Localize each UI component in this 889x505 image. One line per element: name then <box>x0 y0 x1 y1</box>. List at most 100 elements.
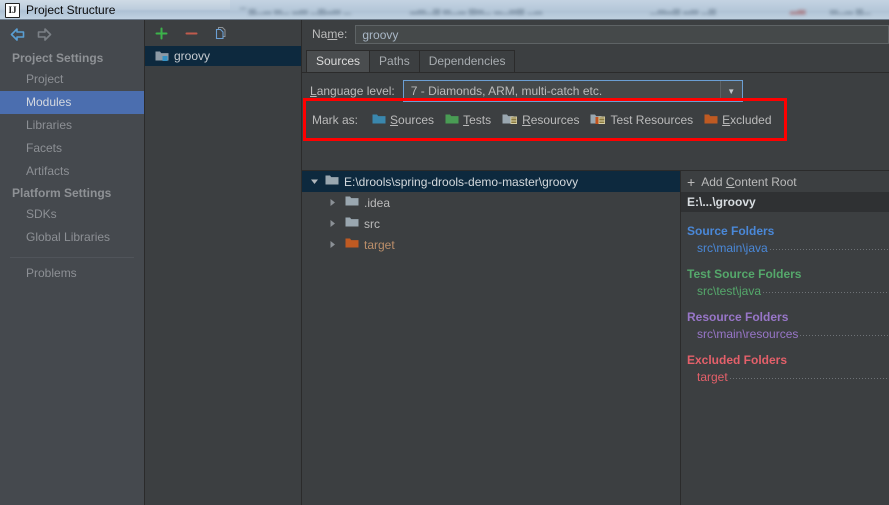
sidebar-item-artifacts[interactable]: Artifacts <box>0 160 144 183</box>
mark-as-excluded-button[interactable]: Excluded <box>704 113 772 128</box>
language-level-value: 7 - Diamonds, ARM, multi-catch etc. <box>410 84 603 98</box>
expanded-triangle-icon[interactable] <box>308 175 321 188</box>
mark-as-label: Mark as: <box>312 113 359 127</box>
source-folders-item[interactable]: src\main\java <box>687 241 889 255</box>
collapsed-triangle-icon[interactable] <box>326 217 339 230</box>
test-source-folders-title: Test Source Folders <box>687 267 802 281</box>
sidebar-item-project[interactable]: Project <box>0 68 144 91</box>
content-root-details: + Add Content Root E:\...\groovy Source … <box>681 170 889 505</box>
tree-row-content-root[interactable]: E:\drools\spring-drools-demo-master\groo… <box>302 171 680 192</box>
resource-folders-item[interactable]: src\main\resources <box>687 327 889 341</box>
excluded-folders-item[interactable]: target <box>687 370 889 384</box>
module-name-input[interactable]: groovy <box>355 24 889 44</box>
sidebar-item-libraries[interactable]: Libraries <box>0 114 144 137</box>
module-list-item-label: groovy <box>174 49 211 63</box>
back-arrow-icon[interactable] <box>10 27 25 41</box>
sidebar-group-platform-settings: Platform Settings <box>12 186 112 200</box>
window-title-bar: ━ ▄▁▂ ▃▁ ▂▃ ▁▄▂▃ ▁ ▂▃▁▄ ▃▁▂ ▄▃▁ ▂▁▃▄ ▁▂ … <box>0 0 889 20</box>
source-folders-title: Source Folders <box>687 224 775 238</box>
resource-folder-path: src\main\resources <box>697 327 799 341</box>
source-folder-path: src\main\java <box>697 241 768 255</box>
window-title: Project Structure <box>26 3 116 17</box>
modules-list-panel: groovy <box>145 20 302 505</box>
test-source-folders-group: Test Source Folders src\test\java <box>681 267 889 298</box>
resource-folders-title: Resource Folders <box>687 310 789 324</box>
mark-as-row: Mark as: Sources Tests Resources Test Re… <box>302 109 889 131</box>
folder-excluded-icon <box>704 113 718 128</box>
project-structure-dialog: ━ ▄▁▂ ▃▁ ▂▃ ▁▄▂▃ ▁ ▂▃▁▄ ▃▁▂ ▄▃▁ ▂▁▃▄ ▁▂ … <box>0 0 889 505</box>
folder-sources-icon <box>372 113 386 128</box>
tree-row-label: .idea <box>364 195 391 210</box>
language-level-row: Language level: 7 - Diamonds, ARM, multi… <box>302 73 889 109</box>
mark-as-tests-label: Tests <box>463 113 492 127</box>
sidebar-item-modules[interactable]: Modules <box>0 91 144 114</box>
tree-row-label: src <box>364 216 380 231</box>
mark-as-sources-label: Sources <box>390 113 435 127</box>
tree-row-label: E:\drools\spring-drools-demo-master\groo… <box>344 174 579 189</box>
source-folders-group: Source Folders src\main\java <box>681 224 889 255</box>
tab-sources[interactable]: Sources <box>306 50 371 72</box>
mark-as-resources-label: Resources <box>522 113 580 127</box>
intellij-idea-icon: IJ <box>5 2 20 18</box>
tree-row-label: target <box>364 237 395 252</box>
plus-icon[interactable] <box>153 25 169 41</box>
excluded-folders-group: Excluded Folders target <box>681 353 889 384</box>
dotted-leader <box>763 292 889 293</box>
folder-tests-icon <box>445 113 459 128</box>
add-content-root-button[interactable]: + Add Content Root <box>681 171 889 192</box>
resource-folders-group: Resource Folders src\main\resources <box>681 310 889 341</box>
dotted-leader <box>729 378 889 379</box>
folder-icon <box>345 195 359 210</box>
excluded-folder-path: target <box>697 370 728 384</box>
module-name-row: Name: groovy <box>302 20 889 48</box>
content-roots-split: E:\drools\spring-drools-demo-master\groo… <box>302 170 889 505</box>
navigation-arrows <box>0 20 144 48</box>
dotted-leader <box>800 335 889 336</box>
tab-paths[interactable]: Paths <box>369 50 420 72</box>
module-editor-panel: Name: groovy Sources Paths Dependencies … <box>302 20 889 505</box>
module-folder-icon <box>155 50 169 62</box>
language-level-combobox[interactable]: 7 - Diamonds, ARM, multi-catch etc. ▼ <box>402 80 743 102</box>
folder-excluded-icon <box>345 237 359 252</box>
tree-row-src[interactable]: src <box>302 213 680 234</box>
sidebar-divider <box>10 257 134 258</box>
mark-as-sources-button[interactable]: Sources <box>372 113 434 128</box>
minus-icon[interactable] <box>183 25 199 41</box>
sidebar-item-sdks[interactable]: SDKs <box>0 203 144 226</box>
copy-icon[interactable] <box>213 25 229 41</box>
dotted-leader <box>769 249 889 250</box>
sidebar-item-problems[interactable]: Problems <box>0 262 144 285</box>
tree-row-target[interactable]: target <box>302 234 680 255</box>
test-source-folder-path: src\test\java <box>697 284 762 298</box>
sidebar-group-project-settings: Project Settings <box>12 51 104 65</box>
dialog-body: Project Settings Project Modules Librari… <box>0 20 889 505</box>
collapsed-triangle-icon[interactable] <box>326 238 339 251</box>
mark-as-excluded-label: Excluded <box>722 113 772 127</box>
folder-icon <box>325 174 339 189</box>
mark-as-test-resources-label: Test Resources <box>610 113 694 127</box>
folder-test-resources-icon <box>590 113 606 128</box>
tree-row-idea[interactable]: .idea <box>302 192 680 213</box>
folder-resources-icon <box>502 113 518 128</box>
tab-dependencies[interactable]: Dependencies <box>418 50 516 72</box>
test-source-folders-item[interactable]: src\test\java <box>687 284 889 298</box>
chevron-down-icon[interactable]: ▼ <box>719 81 742 101</box>
collapsed-triangle-icon[interactable] <box>326 196 339 209</box>
language-level-label: Language level: <box>310 84 395 98</box>
module-list-item-groovy[interactable]: groovy <box>145 46 301 66</box>
sidebar-item-global-libraries[interactable]: Global Libraries <box>0 226 144 249</box>
editor-tabs: Sources Paths Dependencies <box>302 48 889 73</box>
add-content-root-label: Add Content Root <box>701 174 797 189</box>
mark-as-test-resources-button[interactable]: Test Resources <box>590 113 693 128</box>
mark-as-tests-button[interactable]: Tests <box>445 113 491 128</box>
settings-sidebar: Project Settings Project Modules Librari… <box>0 20 145 505</box>
blurred-background-window: ━ ▄▁▂ ▃▁ ▂▃ ▁▄▂▃ ▁ ▂▃▁▄ ▃▁▂ ▄▃▁ ▂▁▃▄ ▁▂ … <box>230 0 889 20</box>
content-root-header: E:\...\groovy <box>681 192 889 212</box>
mark-as-resources-button[interactable]: Resources <box>502 113 579 128</box>
module-name-label: Name: <box>312 27 348 41</box>
excluded-folders-title: Excluded Folders <box>687 353 788 367</box>
sidebar-item-facets[interactable]: Facets <box>0 137 144 160</box>
plus-icon: + <box>687 173 696 190</box>
forward-arrow-icon <box>37 27 52 41</box>
folder-icon <box>345 216 359 231</box>
